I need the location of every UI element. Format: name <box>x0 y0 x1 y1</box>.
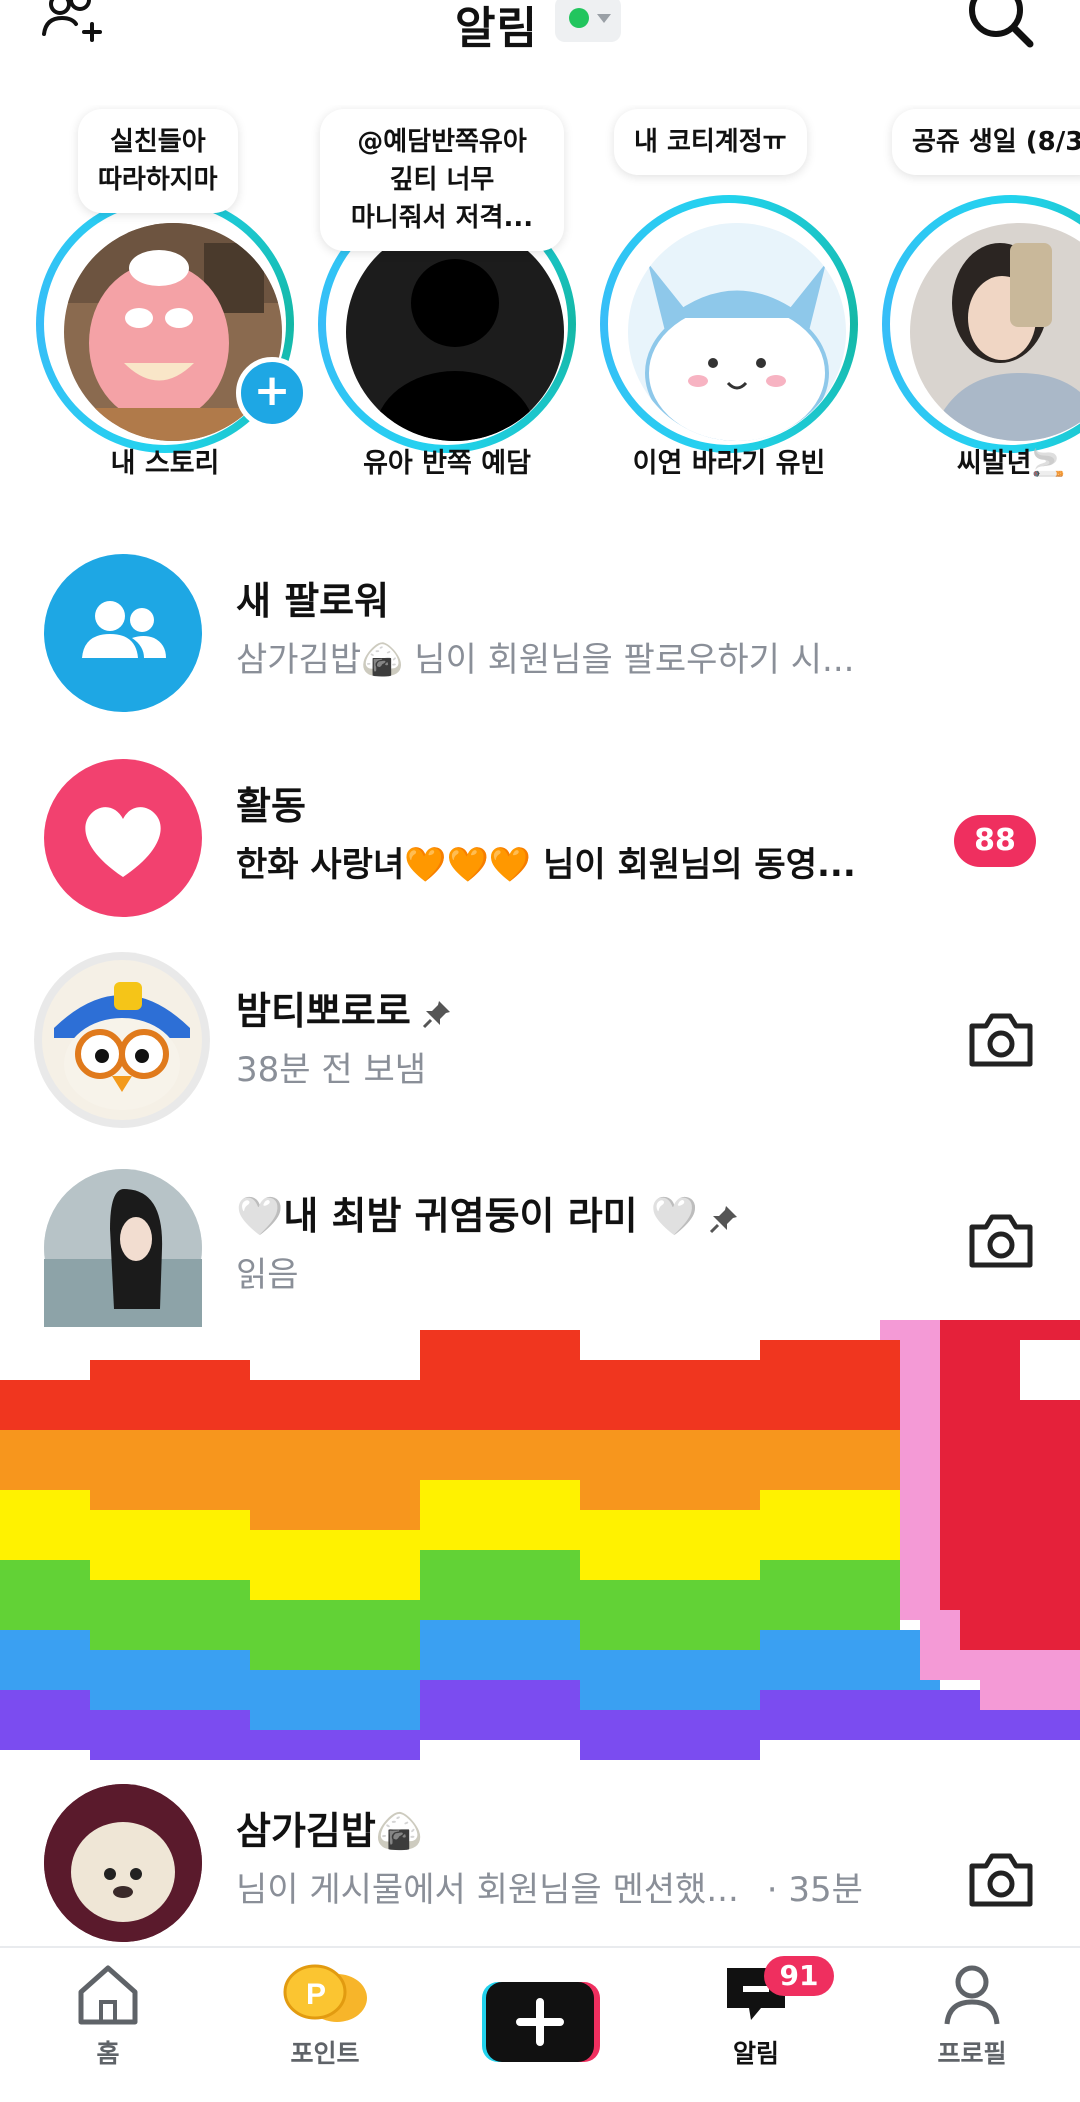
avatar <box>910 223 1080 441</box>
mention-row[interactable]: 삼가김밥🍙 님이 게시물에서 회원님을 멘션했... · 35분 <box>0 1770 1080 1942</box>
top-header: 알림 <box>0 0 1080 70</box>
nav-home[interactable]: 홈 <box>38 1962 178 2092</box>
home-icon <box>78 1965 138 2025</box>
search-icon[interactable] <box>966 0 1036 60</box>
story-my-story[interactable]: 실친들아 따라하지마 + 내 스토리 <box>30 105 308 485</box>
row-title: 삼가김밥🍙 <box>236 1809 424 1853</box>
row-title: 새 팔로워 <box>236 579 390 623</box>
online-status-icon <box>569 8 589 28</box>
story-carousel[interactable]: 실친들아 따라하지마 + 내 스토리 @예담반쪽유아 깊티 너무 마니줘서 저격… <box>0 105 1080 485</box>
row-title: 밤티뽀로로 <box>236 980 453 1035</box>
unread-count-badge: 88 <box>954 815 1036 867</box>
story-item[interactable]: 내 코티계정ㅠ 이연 바라기 유빈 <box>594 105 858 485</box>
avatar <box>44 1784 202 1942</box>
rainbow-sticker <box>0 1240 1080 1760</box>
story-name: 유아 반쪽 예담 <box>363 448 531 479</box>
story-name: 내 스토리 <box>110 448 220 479</box>
story-ring <box>882 195 1080 453</box>
followers-icon <box>44 554 202 712</box>
avatar <box>628 223 846 441</box>
timestamp: · 35분 <box>766 1870 863 1910</box>
chat-row[interactable]: 🤍내 최밤 귀염둥이 라미 🤍 읽음 <box>0 1155 1080 1327</box>
row-subtitle: 읽음 <box>236 1255 299 1295</box>
pin-icon <box>422 1000 450 1028</box>
coin-icon: P <box>283 1964 367 2022</box>
row-subtitle: 38분 전 보냄 <box>236 1050 426 1090</box>
story-bubble: 내 코티계정ㅠ <box>614 109 807 175</box>
person-icon <box>944 1965 1000 2025</box>
row-subtitle: 님이 게시물에서 회원님을 멘션했... · 35분 <box>236 1870 863 1910</box>
camera-icon[interactable] <box>966 1010 1036 1074</box>
row-title: 🤍내 최밤 귀염둥이 라미 🤍 <box>236 1185 740 1240</box>
notification-count-badge: 91 <box>764 1956 834 1996</box>
avatar <box>44 1169 202 1327</box>
row-title: 활동 <box>236 784 306 828</box>
story-name: 이연 바라기 유빈 <box>632 448 826 479</box>
avatar <box>34 952 210 1128</box>
new-follower-row[interactable]: 새 팔로워 삼가김밥🍙 님이 회원님을 팔로우하기 시... <box>0 540 1080 712</box>
story-item[interactable]: 공쥬 생일 (8/3 씨발년🚬 <box>876 105 1080 485</box>
pin-icon <box>710 1205 738 1233</box>
add-story-button[interactable]: + <box>236 357 308 429</box>
story-ring <box>600 195 858 453</box>
story-name: 씨발년🚬 <box>956 448 1066 479</box>
nav-profile[interactable]: 프로필 <box>902 1962 1042 2092</box>
chat-row[interactable]: 밤티뽀로로 38분 전 보냄 <box>0 950 1080 1128</box>
avatar <box>346 223 564 441</box>
nav-notifications[interactable]: 91 알림 <box>686 1956 834 2092</box>
camera-icon[interactable] <box>966 1211 1036 1275</box>
status-dropdown[interactable] <box>555 0 621 42</box>
camera-icon[interactable] <box>966 1850 1036 1914</box>
row-subtitle: 삼가김밥🍙 님이 회원님을 팔로우하기 시... <box>236 640 855 680</box>
heart-icon <box>44 759 202 917</box>
story-bubble: 실친들아 따라하지마 <box>78 109 238 213</box>
svg-text:P: P <box>306 1978 326 2011</box>
nav-points[interactable]: P 포인트 <box>255 1962 395 2092</box>
activity-row[interactable]: 활동 한화 사랑녀🧡🧡🧡 님이 회원님의 동영... 88 <box>0 745 1080 917</box>
story-item[interactable]: @예담반쪽유아 깊티 너무 마니줘서 저격... 유아 반쪽 예담 <box>312 105 576 485</box>
story-bubble: @예담반쪽유아 깊티 너무 마니줘서 저격... <box>320 109 564 251</box>
bottom-nav: 홈 P 포인트 91 알림 프로필 <box>0 1946 1080 2102</box>
story-bubble: 공쥬 생일 (8/3 <box>892 109 1080 175</box>
row-subtitle: 한화 사랑녀🧡🧡🧡 님이 회원님의 동영... <box>236 845 856 885</box>
create-post-button[interactable] <box>478 1978 600 2066</box>
chevron-down-icon <box>597 14 611 23</box>
add-friend-icon[interactable] <box>40 0 120 54</box>
page-title: 알림 <box>455 3 538 54</box>
